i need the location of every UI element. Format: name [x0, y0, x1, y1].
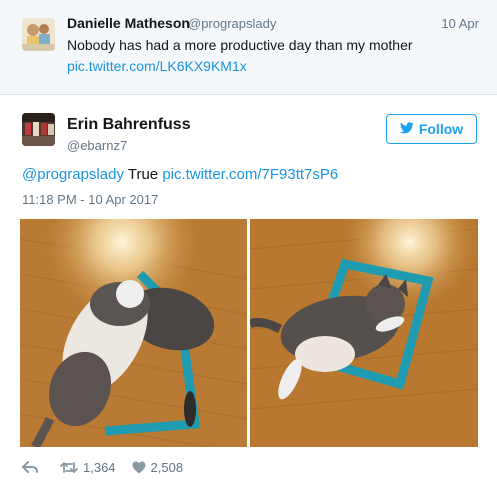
- tweet-text: @prograpslady True pic.twitter.com/7F93t…: [22, 166, 338, 183]
- tweet-actions: 1,364 2,508: [22, 458, 183, 476]
- parent-tweet-text: Nobody has had a more productive day tha…: [67, 37, 413, 53]
- parent-avatar[interactable]: [22, 18, 55, 51]
- parent-author-name[interactable]: Danielle Matheson: [67, 15, 190, 31]
- parent-tweet-date[interactable]: 10 Apr: [441, 16, 479, 31]
- retweet-icon: [60, 461, 78, 474]
- tweet-body: True: [123, 166, 163, 183]
- parent-tweet-link[interactable]: pic.twitter.com/LK6KX9KM1x: [67, 58, 247, 74]
- author-avatar[interactable]: [22, 113, 55, 146]
- tweet-photo-2[interactable]: [250, 219, 478, 447]
- reply-button[interactable]: [22, 460, 38, 474]
- reply-icon: [22, 460, 38, 474]
- parent-author-handle[interactable]: @prograpslady: [188, 16, 276, 31]
- author-handle[interactable]: @ebarnz7: [67, 138, 127, 153]
- parent-tweet[interactable]: Danielle Matheson @prograpslady 10 Apr N…: [0, 0, 497, 95]
- retweet-button[interactable]: 1,364: [60, 460, 116, 475]
- heart-icon: [132, 461, 146, 474]
- tweet-photo-1[interactable]: [20, 219, 247, 447]
- like-count: 2,508: [150, 459, 184, 475]
- photo-link[interactable]: pic.twitter.com/7F93tt7sP6: [162, 166, 338, 183]
- tweet-timestamp[interactable]: 11:18 PM - 10 Apr 2017: [22, 192, 158, 207]
- follow-button[interactable]: Follow: [386, 114, 477, 144]
- follow-button-label: Follow: [418, 121, 464, 137]
- retweet-count: 1,364: [83, 459, 116, 475]
- twitter-bird-icon: [399, 121, 414, 137]
- author-name[interactable]: Erin Bahrenfuss: [67, 116, 191, 134]
- like-button[interactable]: 2,508: [132, 459, 184, 475]
- mention-link[interactable]: @prograpslady: [22, 166, 124, 183]
